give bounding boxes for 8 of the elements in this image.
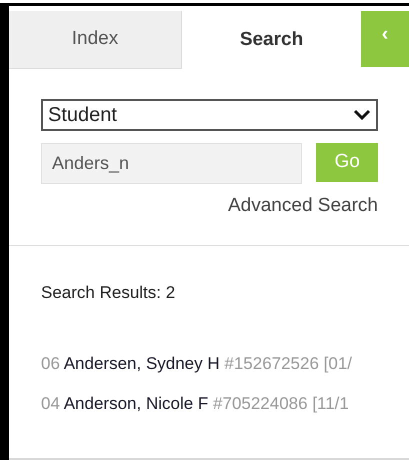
results-summary: Search Results: 2 [41, 282, 176, 304]
advanced-search-link[interactable]: Advanced Search [228, 192, 378, 220]
result-link[interactable]: 06 Andersen, Sydney H #152672526 [01/ [41, 351, 409, 376]
search-field[interactable]: Anders_n [41, 143, 302, 184]
result-link[interactable]: 04 Anderson, Nicole F #705224086 [11/1 [41, 390, 409, 416]
search-type-dropdown[interactable]: Student [41, 99, 378, 131]
chevron-down-icon [353, 109, 371, 121]
tab[interactable]: Index [9, 11, 182, 69]
